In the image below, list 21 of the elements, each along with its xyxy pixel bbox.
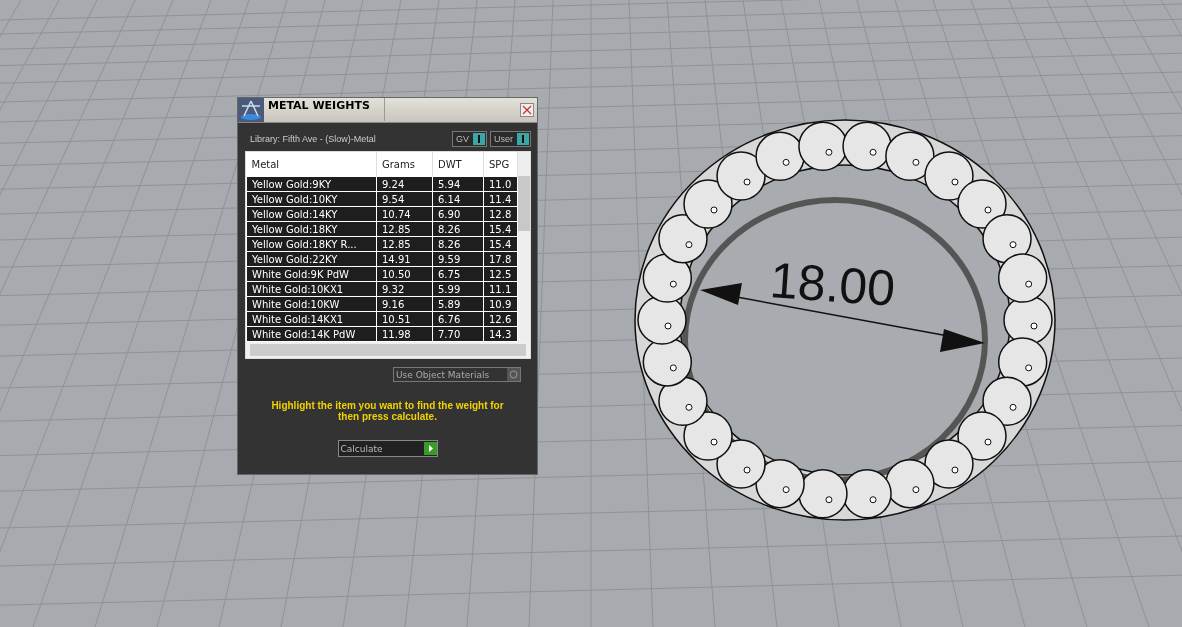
app-logo-icon xyxy=(238,98,264,122)
library-label: Library: Fifth Ave - (Slow)-Metal xyxy=(250,134,376,144)
use-object-materials-option[interactable]: Use Object Materials xyxy=(393,367,521,382)
toggle-switch[interactable]: GV xyxy=(451,131,487,147)
column-header[interactable]: Grams xyxy=(376,152,433,177)
dimension-label: 18.00 xyxy=(768,252,897,317)
table-cell: 9.24 xyxy=(376,176,433,192)
close-icon xyxy=(522,105,532,115)
column-header[interactable]: DWT xyxy=(432,152,484,177)
table-cell: 11.0 xyxy=(483,176,518,192)
window-title: METAL WEIGHTS xyxy=(268,98,385,121)
vertical-scrollbar[interactable] xyxy=(518,152,530,342)
radio-icon xyxy=(509,370,518,379)
toggle-switch[interactable]: User xyxy=(490,131,531,147)
calculate-button[interactable]: Calculate xyxy=(337,440,438,457)
column-header[interactable]: SPG xyxy=(483,152,518,177)
table-cell: 5.94 xyxy=(432,176,484,192)
close-button[interactable] xyxy=(520,103,534,117)
table-cell: Yellow Gold:9KY xyxy=(246,176,377,192)
horizontal-scrollbar[interactable] xyxy=(246,342,530,358)
instruction-text: Highlight the item you want to find the weight for then press calculate. xyxy=(270,400,505,422)
